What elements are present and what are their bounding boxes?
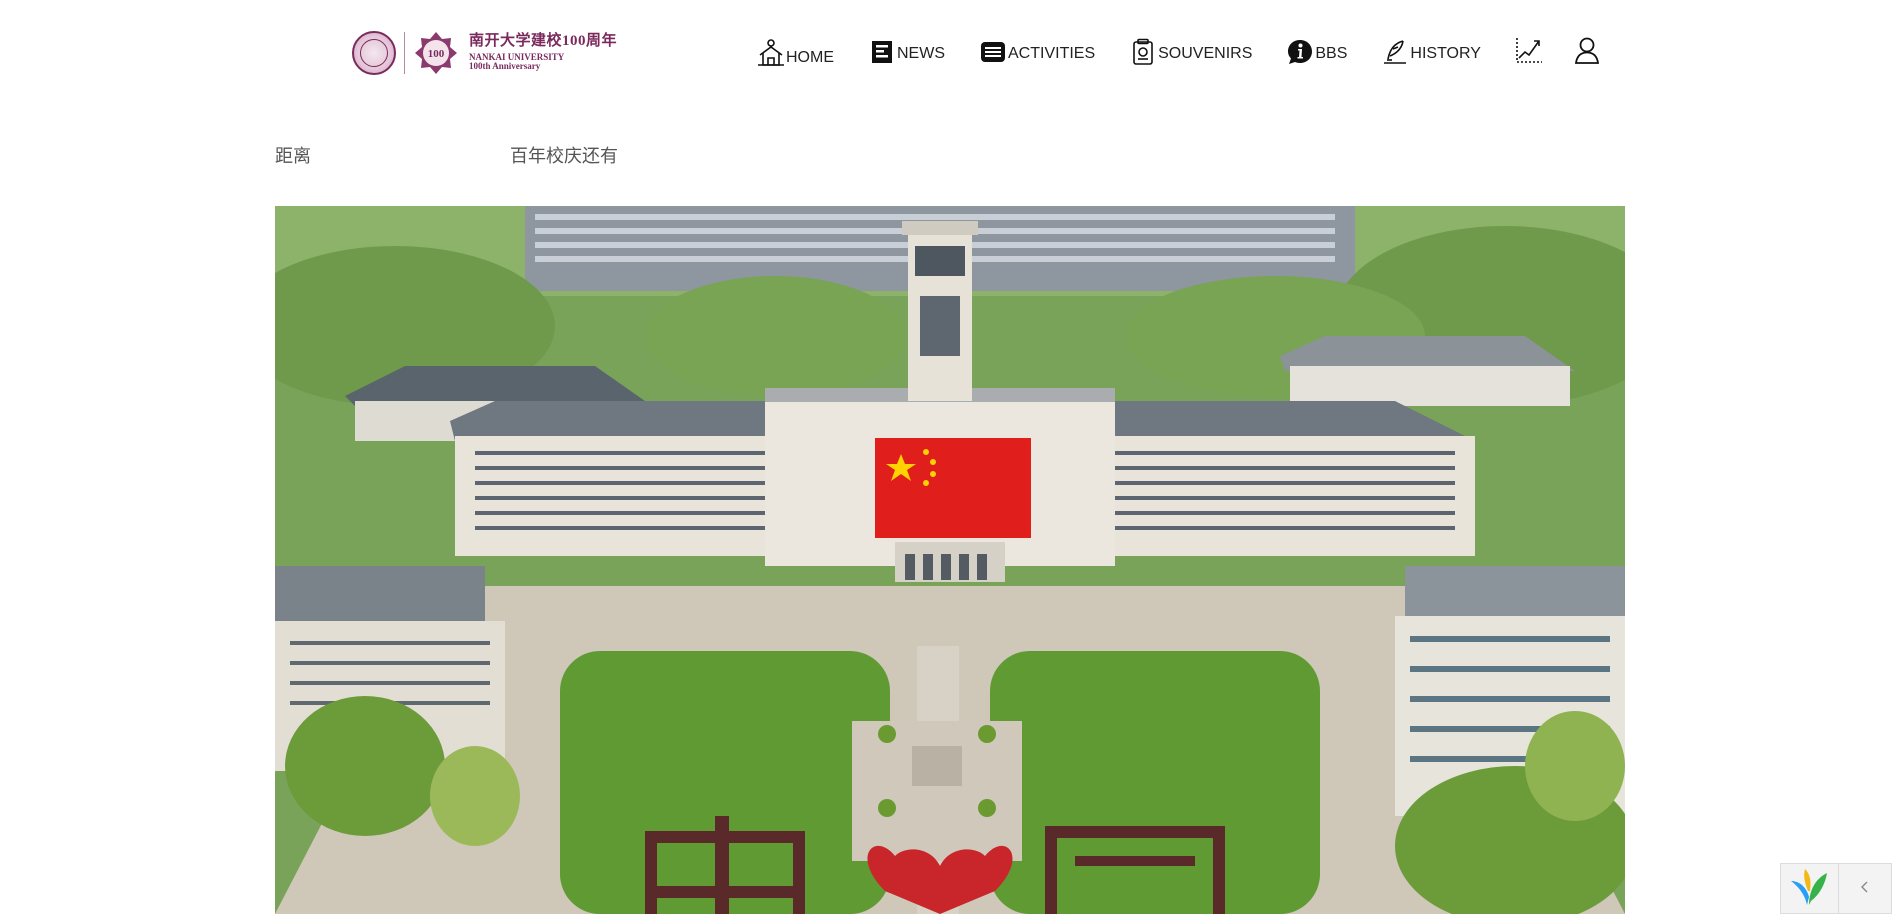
logo-title-cn: 南开大学建校100周年 [469, 33, 618, 50]
countdown-suffix: 百年校庆还有 [510, 146, 618, 166]
site-header: 100 南开大学建校100周年 NANKAI UNIVERSITY 100th … [0, 0, 1892, 100]
activities-icon [978, 37, 1008, 67]
chevron-left-icon [1858, 880, 1872, 899]
nav-item-bbs[interactable]: BBS [1285, 37, 1347, 67]
nav-label-activities: ACTIVITIES [1008, 45, 1096, 62]
collapse-button[interactable] [1837, 864, 1891, 914]
nav-item-history[interactable]: HISTORY [1380, 37, 1481, 67]
nav-label-bbs: BBS [1315, 45, 1348, 62]
home-icon [756, 37, 786, 67]
nav-item-activities[interactable]: ACTIVITIES [978, 37, 1095, 67]
anniversary-badge-icon: 100 [413, 30, 459, 76]
nav-item-souvenirs[interactable]: SOUVENIRS [1128, 37, 1252, 67]
nav-label-souvenirs: SOUVENIRS [1158, 45, 1253, 62]
history-icon [1380, 37, 1410, 67]
university-seal-icon [352, 31, 396, 75]
main-nav: HOME NEWS ACTIVITIES SOUVENIRS BBS HISTO… [756, 36, 1630, 68]
campus-photo [275, 206, 1625, 914]
logo-text: 南开大学建校100周年 NANKAI UNIVERSITY 100th Anni… [469, 33, 618, 72]
countdown-prefix: 距离 [275, 146, 311, 166]
brand-leaf-icon [1789, 867, 1829, 912]
nav-item-home[interactable]: HOME [756, 37, 834, 67]
user-button[interactable] [1572, 35, 1602, 69]
chart-button[interactable] [1514, 35, 1544, 69]
site-logo[interactable]: 100 南开大学建校100周年 NANKAI UNIVERSITY 100th … [352, 30, 617, 76]
info-icon [1285, 37, 1315, 67]
souvenirs-icon [1128, 37, 1158, 67]
news-icon [867, 37, 897, 67]
nav-label-home: HOME [786, 49, 834, 66]
badge-text: 100 [428, 48, 445, 60]
chart-icon [1514, 35, 1544, 65]
logo-divider [404, 32, 405, 74]
nav-label-news: NEWS [897, 45, 945, 62]
brand-button[interactable] [1781, 864, 1838, 914]
nav-label-history: HISTORY [1410, 45, 1481, 62]
nav-item-news[interactable]: NEWS [867, 37, 945, 67]
logo-subtitle-en: 100th Anniversary [469, 61, 541, 72]
floating-widget [1780, 863, 1892, 914]
user-icon [1572, 35, 1602, 65]
